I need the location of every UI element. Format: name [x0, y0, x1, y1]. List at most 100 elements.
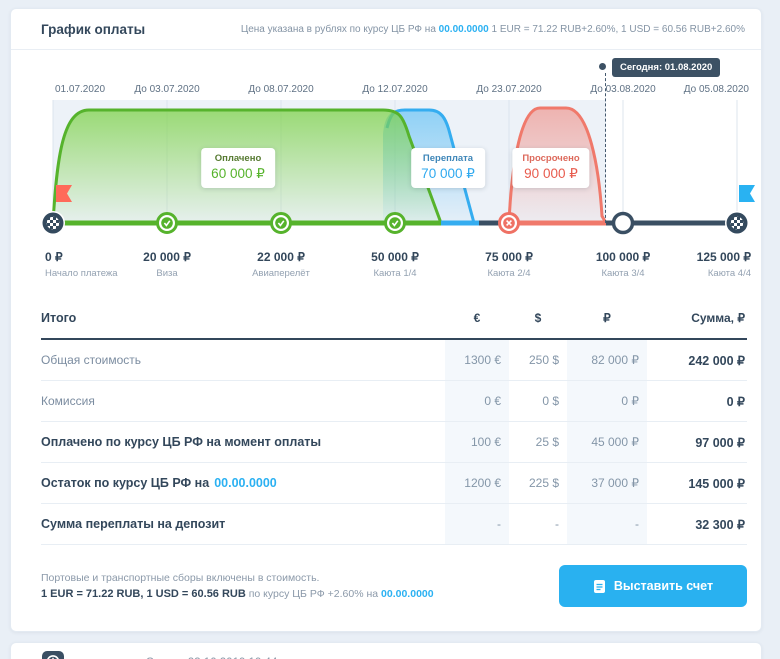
footer-date-link[interactable]: 00.00.0000: [381, 588, 434, 600]
rate-note-suffix: 1 EUR = 71.22 RUB+2.60%, 1 USD = 60.56 R…: [492, 24, 745, 35]
overpay-label-box: Переплата 70 000 ₽: [411, 148, 485, 188]
cell-rub: 0 ₽: [567, 381, 647, 421]
cell-usd: 0 $: [509, 381, 567, 421]
cell-sum: 97 000 ₽: [647, 422, 747, 462]
milestone-amount: 50 000 ₽: [371, 250, 419, 264]
paid-label-box: Оплачено 60 000 ₽: [201, 148, 275, 188]
today-line: [605, 73, 606, 223]
milestone-label: Авиаперелёт: [252, 268, 310, 279]
date-tick: До 03.08.2020: [590, 84, 655, 95]
milestone-amount: 22 000 ₽: [257, 250, 305, 264]
payment-schedule-card: График оплаты Цена указана в рублях по к…: [10, 8, 762, 632]
overdue-label-box: Просрочено 90 000 ₽: [512, 148, 589, 188]
cell-sum: 242 000 ₽: [647, 340, 747, 380]
footer-note-line1: Портовые и транспортные сборы включены в…: [41, 572, 434, 584]
page-title: График оплаты: [41, 22, 145, 37]
milestone-label: Каюта 1/4: [373, 268, 416, 279]
table-row: Оплачено по курсу ЦБ РФ на момент оплаты…: [41, 422, 747, 463]
col-header-rub: ₽: [567, 298, 647, 338]
milestone-amount: 125 000 ₽: [697, 250, 751, 264]
table-row: Сумма переплаты на депозит - - - 32 300 …: [41, 504, 747, 545]
table-row: Комиссия 0 € 0 $ 0 ₽ 0 ₽: [41, 381, 747, 422]
col-header-sum: Сумма, ₽: [647, 298, 747, 338]
payment-timeline-chart: Сегодня: 01.08.2020 01.07.2020 До 03.07.…: [11, 58, 761, 248]
row-label-text: Остаток по курсу ЦБ РФ на: [41, 476, 209, 490]
date-tick: До 03.07.2020: [134, 84, 199, 95]
cell-usd: -: [509, 504, 567, 544]
rate-note-date-link[interactable]: 00.00.0000: [439, 24, 489, 35]
cell-eur: 100 €: [445, 422, 509, 462]
milestone-label: Начало платежа: [45, 268, 118, 279]
table-header-row: Итого € $ ₽ Сумма, ₽: [41, 298, 747, 340]
cell-sum: 0 ₽: [647, 381, 747, 421]
milestone-amount: 100 000 ₽: [596, 250, 650, 264]
invoice-icon: [593, 579, 606, 594]
today-dot: [599, 63, 606, 70]
milestone-amount: 20 000 ₽: [143, 250, 191, 264]
milestone-node-overdue: [500, 214, 519, 233]
cell-eur: -: [445, 504, 509, 544]
cell-usd: 225 $: [509, 463, 567, 503]
milestone-node-pending: [614, 214, 633, 233]
date-tick: До 12.07.2020: [362, 84, 427, 95]
history-section[interactable]: История: Создан 23.10.2019 19:44 ▲: [10, 642, 762, 659]
milestone-node-start: [41, 211, 65, 235]
finish-flag-icon: [739, 185, 755, 202]
table-row: Общая стоимость 1300 € 250 $ 82 000 ₽ 24…: [41, 340, 747, 381]
milestone-node-end: [725, 211, 749, 235]
row-label: Остаток по курсу ЦБ РФ на 00.00.0000: [41, 463, 445, 503]
cell-sum: 145 000 ₽: [647, 463, 747, 503]
row-label-date-link[interactable]: 00.00.0000: [214, 476, 277, 490]
rate-note-prefix: Цена указана в рублях по курсу ЦБ РФ на: [241, 24, 436, 35]
milestone-amount: 0 ₽: [45, 250, 63, 264]
milestone-label: Виза: [156, 268, 177, 279]
cell-rub: 82 000 ₽: [567, 340, 647, 380]
payment-table: Итого € $ ₽ Сумма, ₽ Общая стоимость 130…: [41, 298, 747, 545]
overdue-label: Просрочено: [522, 153, 579, 164]
milestone-amount: 75 000 ₽: [485, 250, 533, 264]
invoice-button-label: Выставить счет: [614, 579, 713, 593]
today-badge: Сегодня: 01.08.2020: [612, 58, 720, 77]
col-header-eur: €: [445, 298, 509, 338]
history-title: История:: [77, 656, 136, 659]
footer-note-line2: 1 EUR = 71.22 RUB, 1 USD = 60.56 RUB по …: [41, 588, 434, 600]
cell-sum: 32 300 ₽: [647, 504, 747, 544]
footer-rates: 1 EUR = 71.22 RUB, 1 USD = 60.56 RUB: [41, 588, 246, 600]
milestone-labels: Начало платежа Виза Авиаперелёт Каюта 1/…: [11, 268, 763, 284]
row-label: Комиссия: [41, 381, 445, 421]
overpay-value: 70 000 ₽: [421, 166, 475, 182]
cell-rub: -: [567, 504, 647, 544]
overdue-value: 90 000 ₽: [522, 166, 579, 182]
cell-eur: 0 €: [445, 381, 509, 421]
milestone-label: Каюта 4/4: [708, 268, 751, 279]
paid-label: Оплачено: [211, 153, 265, 164]
timeline-graphic: [43, 98, 738, 248]
card-header: График оплаты Цена указана в рублях по к…: [11, 9, 761, 50]
cell-usd: 250 $: [509, 340, 567, 380]
cell-rub: 45 000 ₽: [567, 422, 647, 462]
date-tick: До 23.07.2020: [476, 84, 541, 95]
table-header-label: Итого: [41, 298, 445, 338]
milestone-amounts: 0 ₽ 20 000 ₽ 22 000 ₽ 50 000 ₽ 75 000 ₽ …: [11, 250, 763, 268]
cell-eur: 1300 €: [445, 340, 509, 380]
overpay-label: Переплата: [421, 153, 475, 164]
col-header-usd: $: [509, 298, 567, 338]
footer-rates-suffix: по курсу ЦБ РФ +2.60% на: [249, 588, 378, 600]
rate-note: Цена указана в рублях по курсу ЦБ РФ на …: [241, 24, 745, 35]
row-label: Оплачено по курсу ЦБ РФ на момент оплаты: [41, 422, 445, 462]
row-label: Общая стоимость: [41, 340, 445, 380]
milestone-label: Каюта 2/4: [487, 268, 530, 279]
invoice-button[interactable]: Выставить счет: [559, 565, 747, 607]
cell-rub: 37 000 ₽: [567, 463, 647, 503]
card-footer: Портовые и транспортные сборы включены в…: [11, 545, 761, 631]
date-tick: До 08.07.2020: [248, 84, 313, 95]
date-tick: 01.07.2020: [55, 84, 105, 95]
paid-value: 60 000 ₽: [211, 166, 265, 182]
cell-eur: 1200 €: [445, 463, 509, 503]
history-icon: [41, 650, 65, 659]
table-row: Остаток по курсу ЦБ РФ на 00.00.0000 120…: [41, 463, 747, 504]
cell-usd: 25 $: [509, 422, 567, 462]
date-tick: До 05.08.2020: [684, 84, 749, 95]
milestone-label: Каюта 3/4: [601, 268, 644, 279]
footer-note: Портовые и транспортные сборы включены в…: [41, 572, 434, 600]
